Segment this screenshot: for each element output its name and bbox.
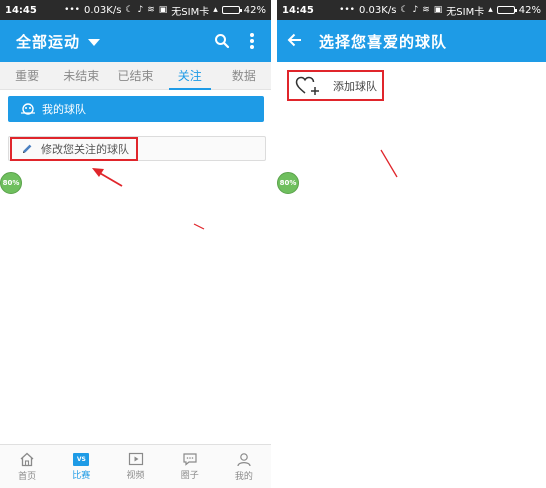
status-right: ••• 0.03K/s ☾ ♪ ≋ ▣ 无SIM卡 ▴ 42% bbox=[64, 3, 266, 18]
right-screen: 14:45 ••• 0.03K/s ☾ ♪ ≋ ▣ 无SIM卡 ▴ 42% 选择… bbox=[277, 0, 546, 488]
signal-icon: ▴ bbox=[213, 4, 218, 15]
moon-icon: ☾ bbox=[125, 4, 134, 15]
team-icon bbox=[21, 103, 35, 115]
sim-status-icon: ▣ bbox=[158, 4, 168, 15]
add-team-button[interactable]: 添加球队 bbox=[287, 70, 384, 101]
page-title: 选择您喜爱的球队 bbox=[319, 32, 448, 51]
status-bar: 14:45 ••• 0.03K/s ☾ ♪ ≋ ▣ 无SIM卡 ▴ 42% bbox=[0, 0, 271, 20]
arrow-left-icon[interactable] bbox=[287, 32, 303, 51]
wifi-icon: ≋ bbox=[147, 4, 155, 15]
nav-circle[interactable]: 圈子 bbox=[163, 445, 217, 488]
wifi-icon: ≋ bbox=[422, 4, 430, 15]
sim-status: 无SIM卡 bbox=[446, 6, 485, 18]
tab-important[interactable]: 重要 bbox=[0, 62, 54, 90]
progress-badge: 80% bbox=[0, 172, 22, 194]
network-speed: 0.03K/s bbox=[84, 4, 122, 16]
nav-video-label: 视频 bbox=[126, 471, 145, 481]
nav-video[interactable]: 视频 bbox=[108, 445, 162, 488]
match-tabs: 重要 未结束 已结束 关注 数据 bbox=[0, 62, 271, 90]
vs-icon: VS bbox=[73, 452, 90, 466]
status-time: 14:45 bbox=[5, 4, 37, 16]
my-team-label: 我的球队 bbox=[42, 103, 86, 116]
nav-matches[interactable]: VS 比赛 bbox=[54, 445, 108, 488]
app-bar: 全部运动 bbox=[0, 20, 271, 62]
nav-home-label: 首页 bbox=[18, 471, 37, 482]
tab-data[interactable]: 数据 bbox=[217, 62, 271, 90]
home-icon bbox=[20, 452, 34, 466]
nav-circle-label: 圈子 bbox=[180, 471, 199, 481]
battery-icon bbox=[221, 6, 242, 14]
chat-icon bbox=[183, 453, 197, 466]
progress-badge: 80% bbox=[277, 172, 299, 194]
bottom-navigation: 首页 VS 比赛 视频 圈子 我的 bbox=[0, 444, 271, 488]
nav-mine[interactable]: 我的 bbox=[217, 445, 271, 488]
tab-unfinished[interactable]: 未结束 bbox=[54, 62, 108, 90]
more-vertical-icon[interactable] bbox=[237, 26, 267, 56]
triangle-down-icon[interactable] bbox=[88, 38, 101, 46]
bell-muted-icon: ♪ bbox=[137, 4, 144, 15]
battery-percent: 42% bbox=[518, 4, 541, 16]
nav-matches-label: 比赛 bbox=[72, 470, 91, 481]
status-bar: 14:45 ••• 0.03K/s ☾ ♪ ≋ ▣ 无SIM卡 ▴ 42% bbox=[277, 0, 546, 20]
user-icon bbox=[237, 452, 251, 466]
bell-muted-icon: ♪ bbox=[412, 4, 419, 15]
tab-following[interactable]: 关注 bbox=[163, 62, 217, 90]
moon-icon: ☾ bbox=[400, 4, 409, 15]
status-right: ••• 0.03K/s ☾ ♪ ≋ ▣ 无SIM卡 ▴ 42% bbox=[339, 3, 541, 18]
sim-status: 无SIM卡 bbox=[171, 6, 210, 18]
battery-icon bbox=[496, 6, 517, 14]
app-bar: 选择您喜爱的球队 bbox=[277, 20, 546, 62]
annotation-highlight-box bbox=[10, 137, 138, 161]
nav-mine-label: 我的 bbox=[234, 471, 253, 482]
video-play-icon bbox=[128, 452, 143, 466]
sim-status-icon: ▣ bbox=[433, 4, 443, 15]
search-icon[interactable] bbox=[207, 26, 237, 56]
add-team-label: 添加球队 bbox=[333, 79, 377, 93]
heart-plus-icon bbox=[295, 76, 319, 95]
sport-selector-title[interactable]: 全部运动 bbox=[16, 31, 80, 52]
tab-finished[interactable]: 已结束 bbox=[108, 62, 162, 90]
signal-dots-icon: ••• bbox=[64, 4, 80, 15]
network-speed: 0.03K/s bbox=[359, 4, 397, 16]
battery-percent: 42% bbox=[243, 4, 266, 16]
signal-icon: ▴ bbox=[488, 4, 493, 15]
nav-home[interactable]: 首页 bbox=[0, 445, 54, 488]
left-screen: 14:45 ••• 0.03K/s ☾ ♪ ≋ ▣ 无SIM卡 ▴ 42% 全部… bbox=[0, 0, 271, 488]
my-team-header[interactable]: 我的球队 bbox=[8, 96, 264, 122]
status-time: 14:45 bbox=[282, 4, 314, 16]
signal-dots-icon: ••• bbox=[339, 4, 355, 15]
